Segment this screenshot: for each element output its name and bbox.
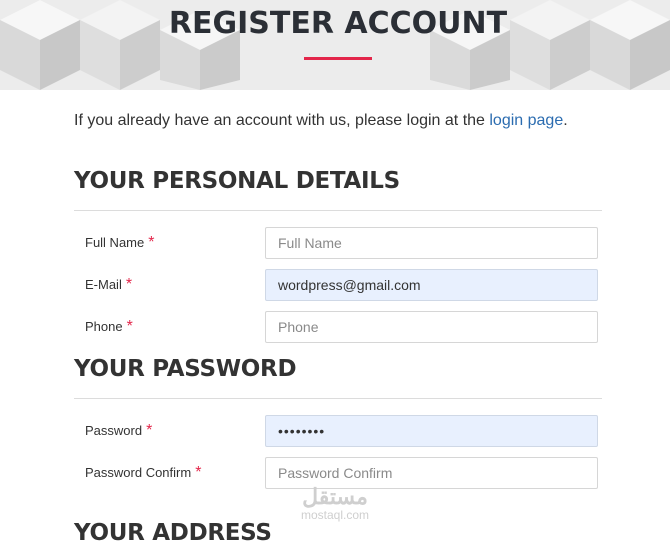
password-field[interactable] (265, 415, 598, 447)
full-name-label: Full Name * (85, 234, 155, 251)
watermark-latin: mostaql.com (300, 508, 370, 522)
section-title-personal-details: YOUR PERSONAL DETAILS (74, 168, 400, 194)
login-hint-text: If you already have an account with us, … (74, 112, 490, 129)
login-hint: If you already have an account with us, … (74, 112, 568, 130)
password-confirm-label: Password Confirm * (85, 464, 202, 481)
required-marker: * (195, 464, 202, 481)
title-underline (304, 57, 372, 60)
email-label: E-Mail * (85, 276, 133, 293)
section-divider (74, 398, 602, 399)
password-label: Password * (85, 422, 153, 439)
section-divider (74, 210, 602, 211)
email-field[interactable] (265, 269, 598, 301)
login-page-link[interactable]: login page (489, 112, 563, 129)
phone-field[interactable] (265, 311, 598, 343)
watermark-arabic: مستقل (302, 484, 368, 509)
watermark-logo: مستقل mostaql.com (290, 484, 380, 523)
phone-label: Phone * (85, 318, 133, 335)
required-marker: * (148, 234, 155, 251)
page-banner: REGISTER ACCOUNT (0, 0, 670, 90)
section-title-password: YOUR PASSWORD (74, 356, 297, 382)
full-name-field[interactable] (265, 227, 598, 259)
page-title: REGISTER ACCOUNT (168, 6, 508, 41)
login-hint-suffix: . (563, 112, 568, 129)
section-title-address: YOUR ADDRESS (74, 520, 272, 546)
required-marker: * (125, 276, 133, 293)
required-marker: * (146, 422, 153, 439)
required-marker: * (126, 318, 133, 335)
